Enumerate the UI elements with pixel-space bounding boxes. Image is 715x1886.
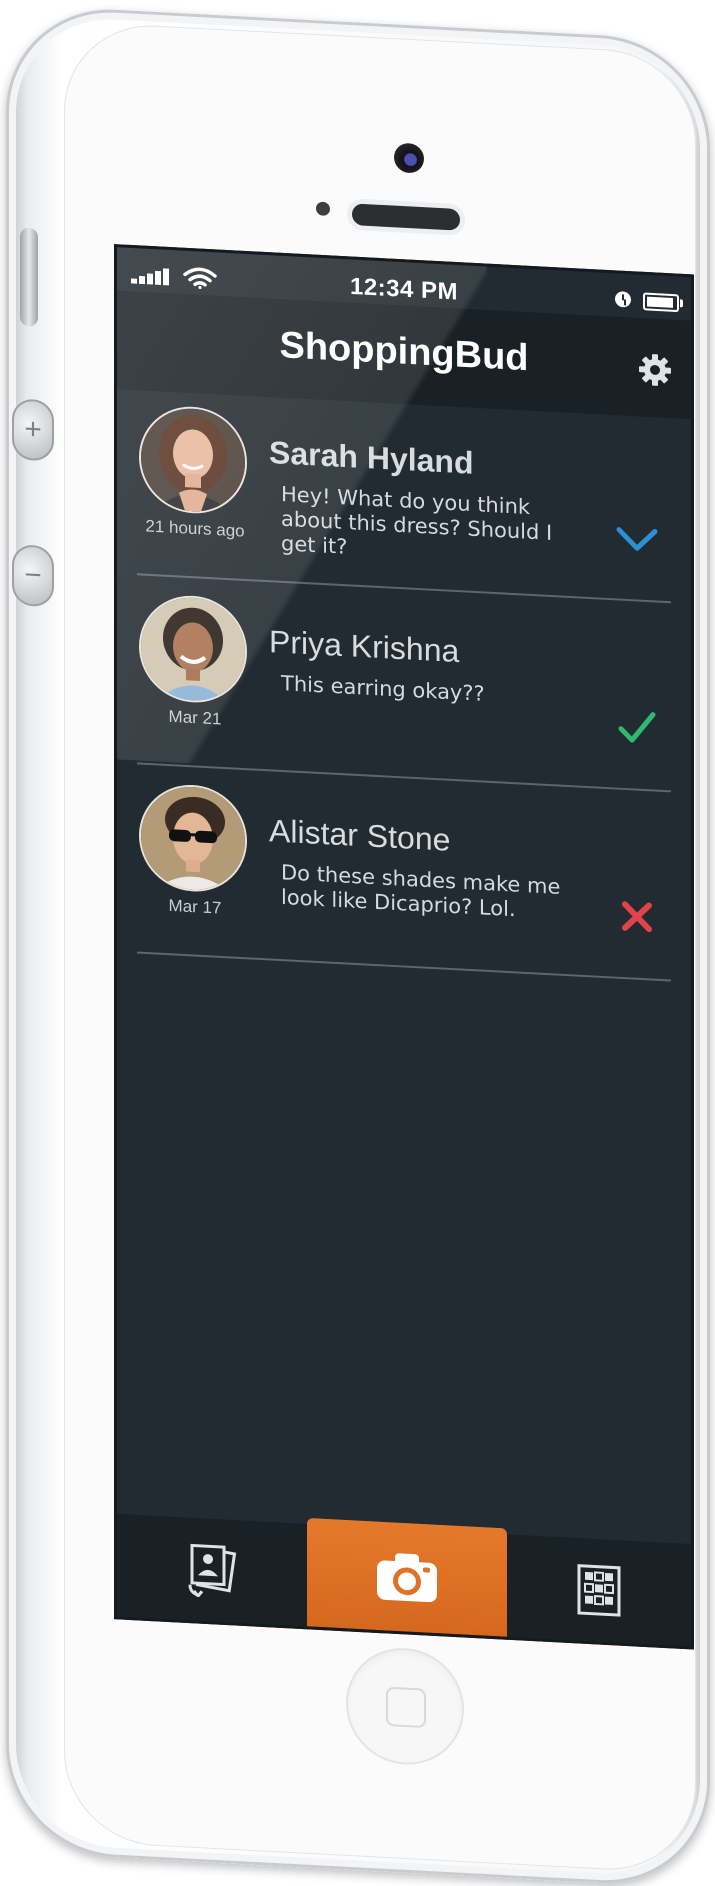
cross-icon (622, 901, 652, 933)
volume-down-button: − (12, 544, 54, 608)
message-preview: Hey! What do you think about this dress?… (281, 482, 553, 559)
message-preview: Do these shades make me look like Dicapr… (281, 860, 561, 922)
photo-stack-icon (188, 1543, 237, 1599)
mute-switch (20, 227, 38, 327)
avatar (139, 403, 247, 517)
alarm-clock-icon (615, 291, 631, 308)
grid-icon (577, 1564, 621, 1617)
contact-name: Priya Krishna (269, 623, 460, 669)
conversation-item[interactable]: Mar 17 Alistar Stone Do these shades mak… (117, 767, 691, 986)
proximity-sensor (316, 201, 330, 217)
conversation-item[interactable]: 21 hours ago Sarah Hyland Hey! What do y… (117, 389, 691, 608)
camera-icon (377, 1553, 437, 1603)
contact-name: Sarah Hyland (269, 434, 474, 481)
check-icon (618, 712, 656, 743)
avatar (139, 593, 247, 706)
chevron-check-icon (616, 527, 658, 551)
conversation-date: Mar 17 (168, 896, 222, 918)
battery-icon (643, 292, 679, 313)
front-camera (394, 142, 424, 174)
conversation-list: 21 hours ago Sarah Hyland Hey! What do y… (117, 389, 691, 986)
iphone-device: + − 12:34 PM ShoppingBud 21 hours ago Sa… (6, 4, 710, 1886)
tab-camera[interactable] (307, 1517, 507, 1637)
conversation-date: 21 hours ago (145, 516, 245, 541)
list-divider (137, 951, 671, 982)
stage: + − 12:34 PM ShoppingBud 21 hours ago Sa… (0, 0, 715, 1886)
contact-name: Alistar Stone (269, 812, 451, 858)
avatar (139, 782, 247, 895)
volume-up-button: + (12, 398, 54, 462)
app-title: ShoppingBud (279, 324, 529, 380)
settings-gear-icon[interactable] (637, 351, 673, 388)
tab-gallery[interactable] (117, 1514, 307, 1626)
home-button-square (386, 1686, 426, 1729)
tab-grid[interactable] (507, 1534, 691, 1646)
app-screen: 12:34 PM ShoppingBud 21 hours ago Sarah … (114, 244, 694, 1650)
conversation-item[interactable]: Mar 21 Priya Krishna This earring okay?? (117, 578, 691, 797)
message-preview: This earring okay?? (281, 671, 485, 706)
conversation-date: Mar 21 (168, 706, 222, 729)
